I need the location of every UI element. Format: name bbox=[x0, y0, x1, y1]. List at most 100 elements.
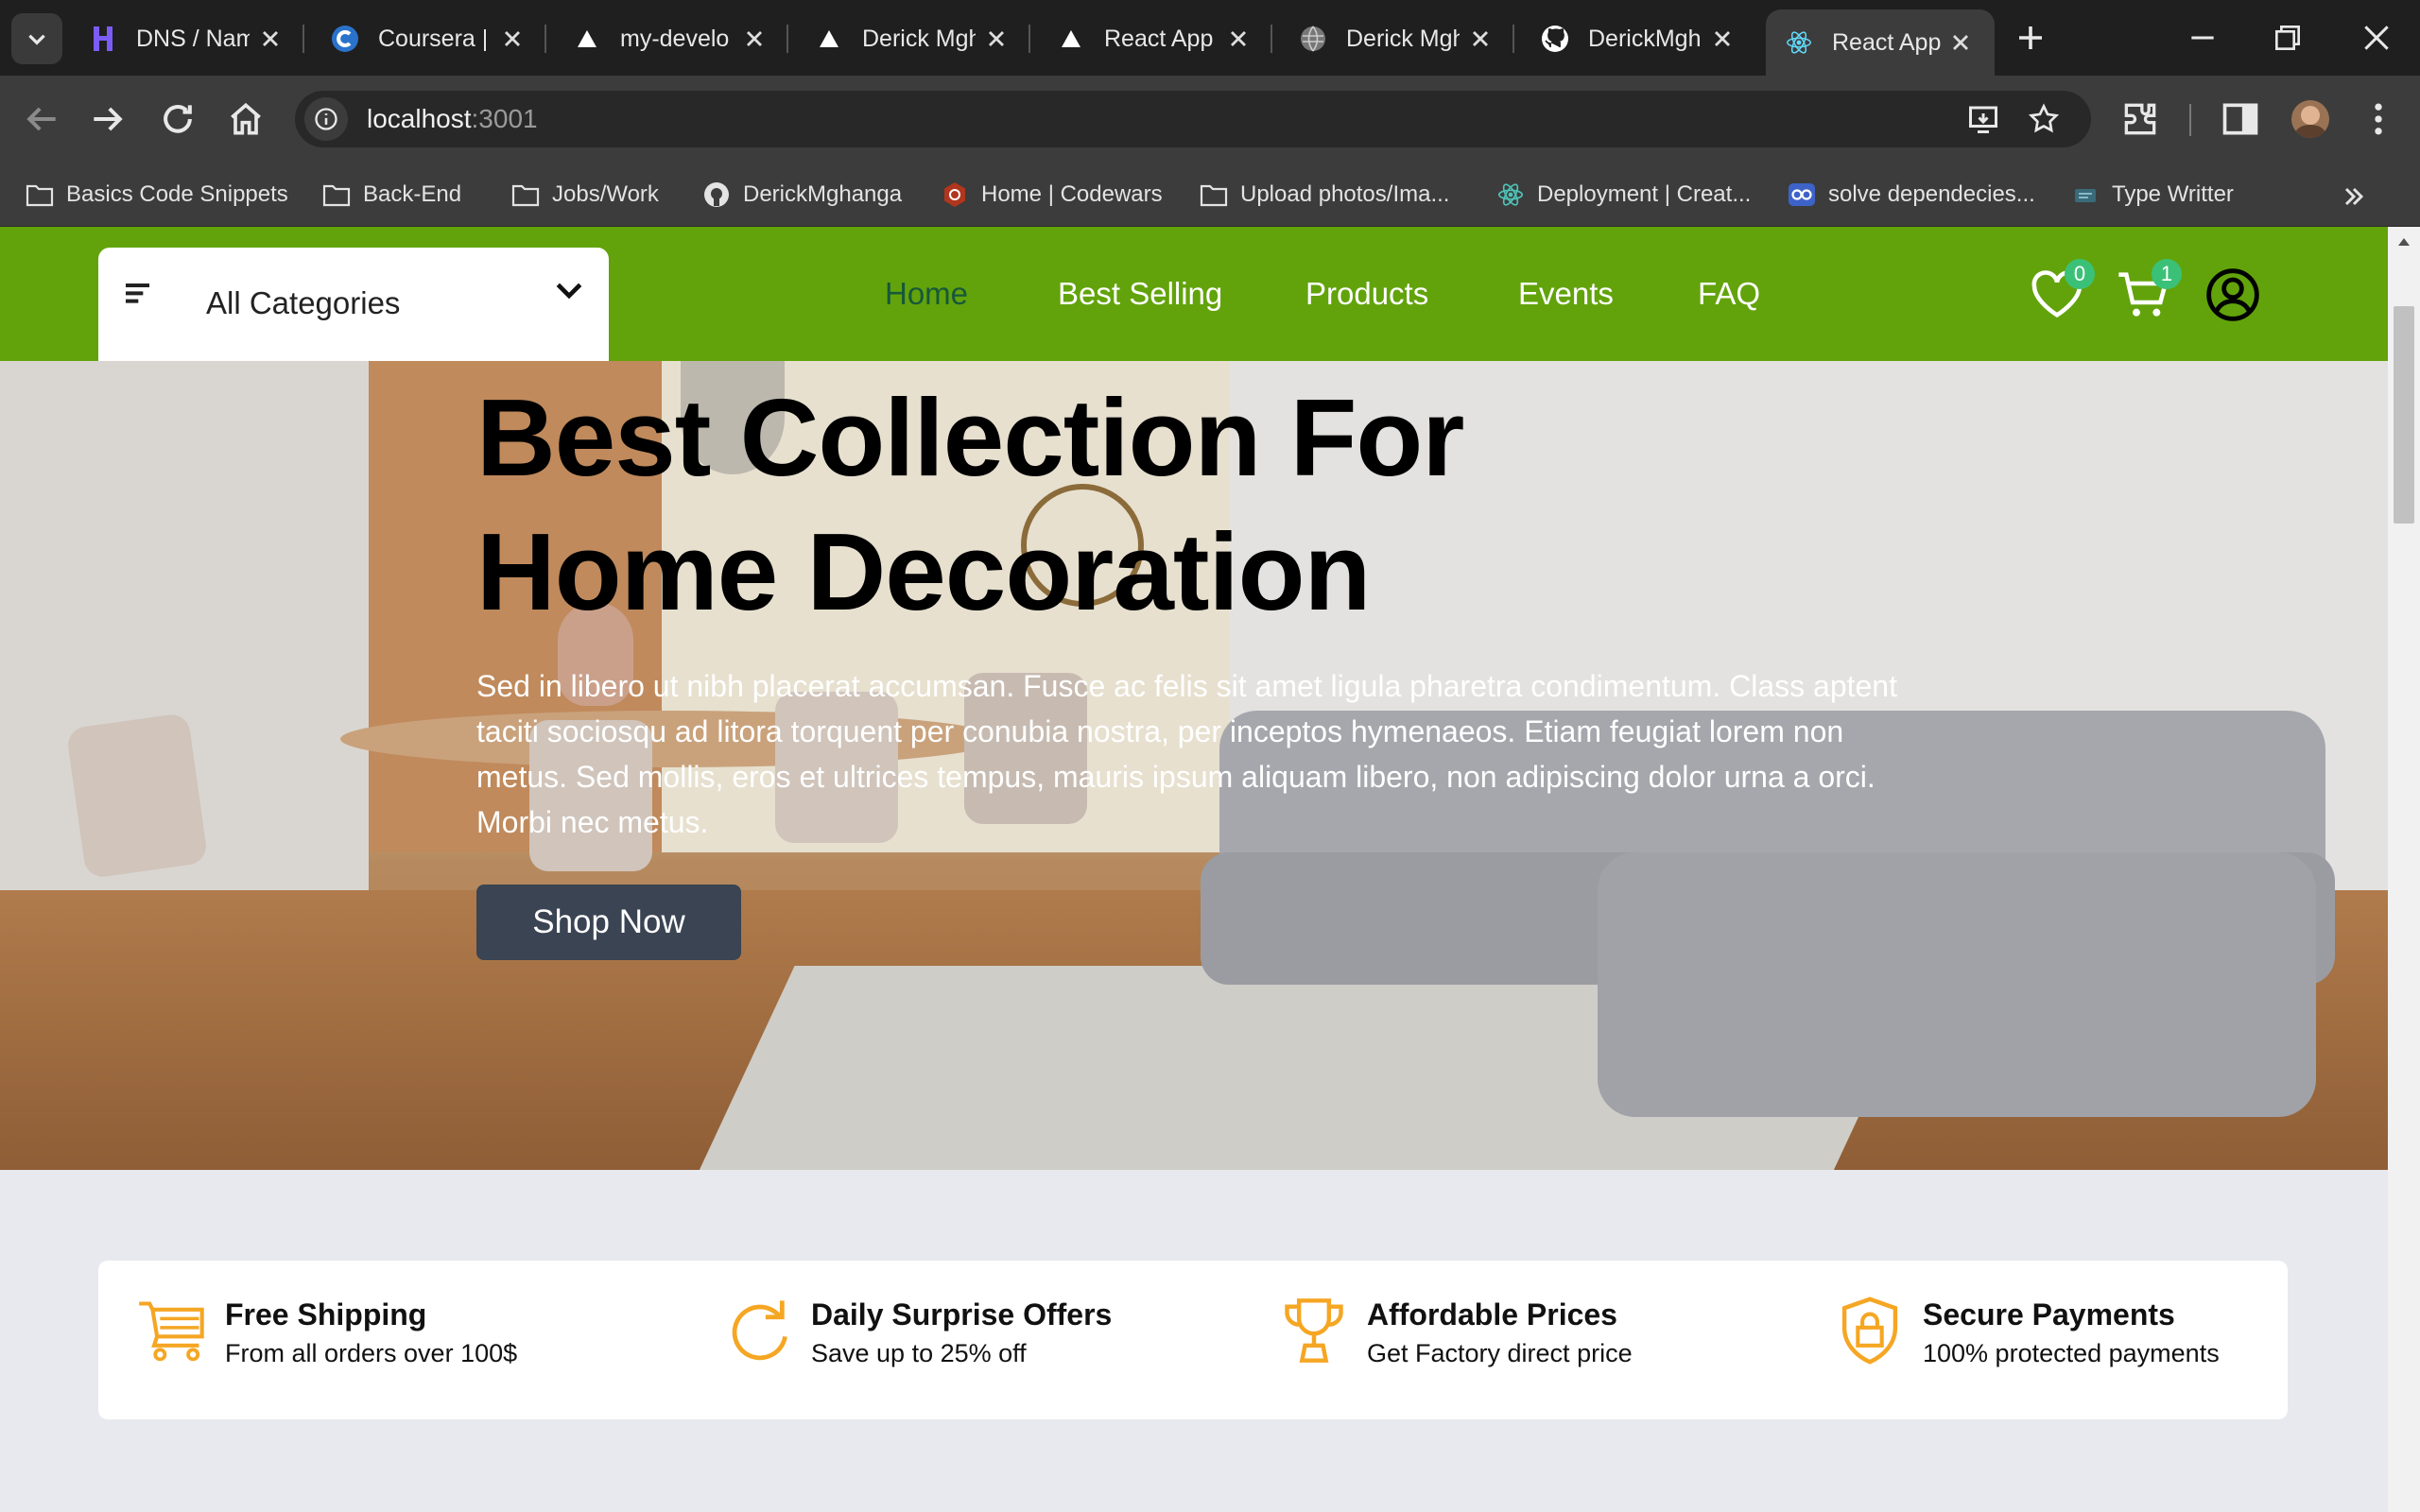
tab-title: DerickMgh bbox=[1588, 25, 1702, 52]
close-icon[interactable] bbox=[983, 26, 1010, 52]
url-host: localhost bbox=[367, 104, 472, 133]
folder-icon bbox=[25, 180, 55, 210]
chevron-double-right-icon[interactable] bbox=[2339, 181, 2369, 212]
bookmark-item[interactable]: Basics Code Snippets bbox=[25, 176, 288, 214]
folder-icon bbox=[321, 180, 352, 210]
feature-subtitle: Save up to 25% off bbox=[811, 1339, 1027, 1367]
tab-title: Coursera | bbox=[378, 25, 489, 52]
wishlist-button[interactable]: 0 bbox=[2027, 259, 2095, 325]
bookmark-item[interactable]: DerickMghanga bbox=[701, 176, 902, 214]
browser-tab[interactable]: Derick Mgh bbox=[1272, 9, 1514, 68]
forward-icon[interactable] bbox=[87, 98, 129, 140]
categories-dropdown[interactable]: All Categories bbox=[98, 248, 609, 361]
feature-item: Daily Surprise Offers Save up to 25% off bbox=[722, 1295, 1112, 1372]
star-icon[interactable] bbox=[2027, 102, 2061, 136]
nav-link-products[interactable]: Products bbox=[1305, 276, 1428, 312]
profile-avatar[interactable] bbox=[2291, 100, 2329, 138]
nav-link-faq[interactable]: FAQ bbox=[1698, 276, 1760, 312]
vercel-icon bbox=[815, 25, 843, 53]
wishlist-count-badge: 0 bbox=[2065, 259, 2095, 289]
bookmark-item[interactable]: Upload photos/Ima... bbox=[1199, 176, 1449, 214]
browser-tab[interactable]: my-develo bbox=[546, 9, 788, 68]
scrollbar-thumb[interactable] bbox=[2394, 306, 2414, 524]
browser-tab-strip: DNS / Nam Coursera | my-develo Derick Mg… bbox=[0, 0, 2420, 76]
bookmark-label: solve dependecies... bbox=[1828, 181, 2035, 207]
hero-description: Sed in libero ut nibh placerat accumsan.… bbox=[476, 669, 1897, 839]
bookmark-label: DerickMghanga bbox=[743, 181, 903, 207]
browser-tab-active[interactable]: React App bbox=[1766, 9, 1995, 76]
shield-lock-icon bbox=[1841, 1297, 1898, 1365]
bookmark-label: Jobs/Work bbox=[552, 181, 659, 207]
browser-tab[interactable]: Coursera | bbox=[304, 9, 546, 68]
feature-item: Secure Payments 100% protected payments bbox=[1834, 1295, 2220, 1372]
close-window-icon[interactable] bbox=[2358, 19, 2395, 57]
bookmark-label: Home | Codewars bbox=[981, 181, 1163, 207]
bookmark-item[interactable]: Deployment | Creat... bbox=[1495, 176, 1751, 214]
cart-icon bbox=[139, 1301, 204, 1362]
tab-search-button[interactable] bbox=[11, 13, 62, 64]
tab-title: DNS / Nam bbox=[136, 25, 250, 52]
address-bar[interactable]: localhost:3001 bbox=[295, 91, 2091, 147]
close-icon[interactable] bbox=[499, 26, 526, 52]
shop-now-button[interactable]: Shop Now bbox=[476, 885, 741, 960]
nav-link-home[interactable]: Home bbox=[885, 276, 968, 312]
install-app-icon[interactable] bbox=[1966, 102, 2000, 136]
bookmark-item[interactable]: Type Writter bbox=[2070, 176, 2234, 214]
bookmark-label: Back-End bbox=[363, 181, 462, 207]
feature-title: Affordable Prices bbox=[1367, 1297, 1617, 1332]
user-circle-icon bbox=[2206, 268, 2259, 321]
extensions-icon[interactable] bbox=[2119, 98, 2161, 140]
tab-title: React App bbox=[1832, 28, 1942, 56]
feature-title: Daily Surprise Offers bbox=[811, 1297, 1113, 1332]
browser-tab[interactable]: DNS / Nam bbox=[62, 9, 304, 68]
bookmark-item[interactable]: Home | Codewars bbox=[940, 176, 1163, 214]
close-icon[interactable] bbox=[1947, 29, 1974, 56]
hostinger-icon bbox=[89, 25, 117, 53]
bookmark-label: Deployment | Creat... bbox=[1537, 181, 1752, 207]
vercel-icon bbox=[573, 25, 601, 53]
close-icon[interactable] bbox=[1467, 26, 1494, 52]
bookmark-item[interactable]: Back-End bbox=[321, 176, 461, 214]
account-button[interactable] bbox=[2203, 265, 2263, 325]
more-menu-icon[interactable] bbox=[2358, 98, 2399, 140]
minimize-icon[interactable] bbox=[2184, 19, 2221, 57]
reload-icon[interactable] bbox=[157, 98, 199, 140]
categories-label: All Categories bbox=[206, 285, 401, 320]
page-scrollbar[interactable] bbox=[2388, 227, 2420, 1512]
nav-link-events[interactable]: Events bbox=[1518, 276, 1614, 312]
back-icon[interactable] bbox=[21, 98, 62, 140]
codewars-icon bbox=[940, 180, 970, 210]
browser-tab[interactable]: React App bbox=[1030, 9, 1272, 68]
side-panel-icon[interactable] bbox=[2220, 98, 2261, 140]
feature-title: Free Shipping bbox=[225, 1297, 427, 1332]
close-icon[interactable] bbox=[257, 26, 284, 52]
close-icon[interactable] bbox=[741, 26, 768, 52]
nav-link-best-selling[interactable]: Best Selling bbox=[1058, 276, 1222, 312]
close-icon[interactable] bbox=[1709, 26, 1736, 52]
refresh-icon bbox=[732, 1300, 787, 1361]
new-tab-icon[interactable] bbox=[2014, 21, 2048, 55]
browser-tab[interactable]: DerickMgh bbox=[1514, 9, 1756, 68]
bookmarks-bar: Basics Code Snippets Back-End Jobs/Work … bbox=[0, 163, 2420, 227]
vercel-icon bbox=[1057, 25, 1085, 53]
browser-tab[interactable]: Derick Mgh bbox=[788, 9, 1030, 68]
github-icon bbox=[1541, 25, 1569, 53]
bookmark-label: Basics Code Snippets bbox=[66, 181, 288, 207]
folder-icon bbox=[1199, 180, 1229, 210]
cart-button[interactable]: 1 bbox=[2114, 259, 2182, 325]
tab-title: Derick Mgh bbox=[1346, 25, 1460, 52]
chevron-down-icon bbox=[556, 283, 582, 300]
bookmark-label: Upload photos/Ima... bbox=[1240, 181, 1450, 207]
home-icon[interactable] bbox=[225, 98, 267, 140]
close-icon[interactable] bbox=[1225, 26, 1252, 52]
features-strip: Free Shipping From all orders over 100$ … bbox=[98, 1261, 2288, 1419]
url-text: localhost:3001 bbox=[367, 104, 538, 134]
cart-count-badge: 1 bbox=[2152, 259, 2182, 289]
restore-icon[interactable] bbox=[2269, 19, 2307, 57]
bookmark-item[interactable]: Jobs/Work bbox=[510, 176, 659, 214]
react-icon bbox=[1785, 28, 1813, 57]
bookmark-item[interactable]: solve dependecies... bbox=[1787, 176, 2035, 214]
copilot-icon bbox=[1787, 180, 1817, 210]
site-info-icon[interactable] bbox=[304, 97, 348, 141]
scroll-up-arrow-icon[interactable] bbox=[2396, 236, 2411, 248]
